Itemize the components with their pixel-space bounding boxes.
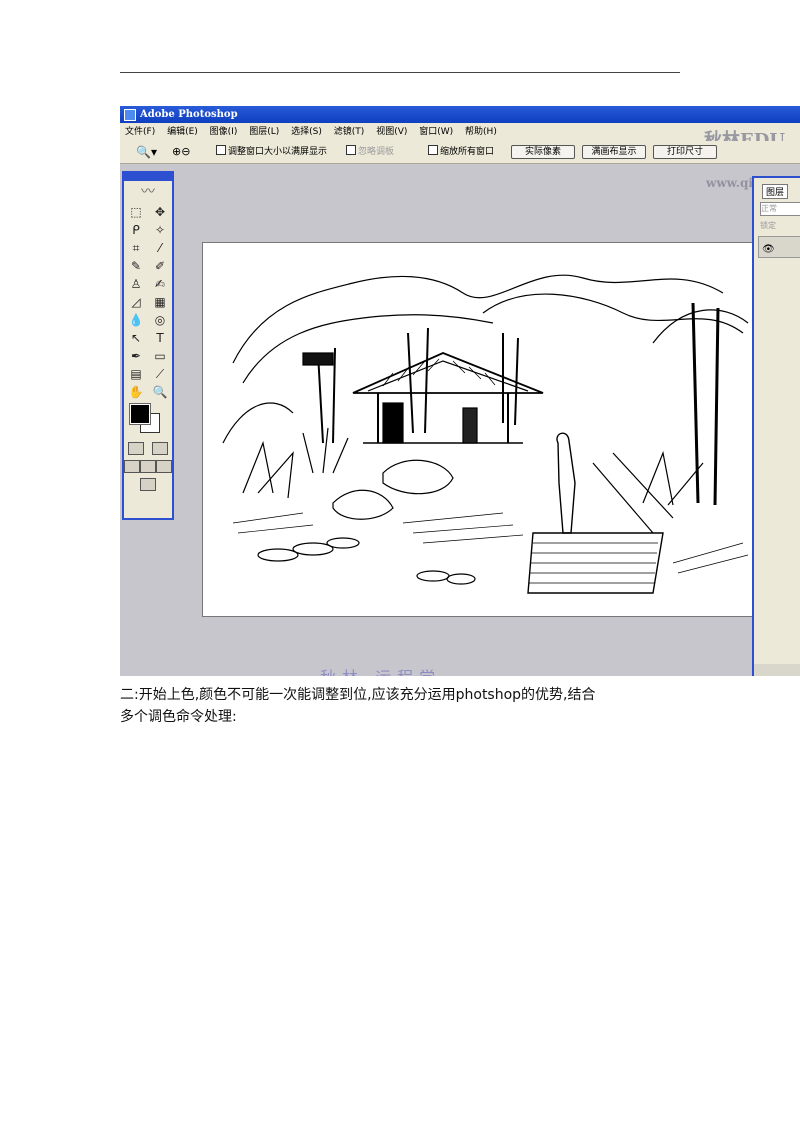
color-swatches[interactable] — [124, 401, 172, 439]
dodge-tool-icon[interactable]: ◎ — [151, 313, 169, 327]
blur-tool-icon[interactable]: 💧 — [127, 313, 145, 327]
paragraph-line-1: 二:开始上色,颜色不可能一次能调整到位,应该充分运用photshop的优势,结合 — [120, 687, 596, 703]
menu-view[interactable]: 视图(V) — [376, 123, 407, 141]
eraser-tool-icon[interactable]: ◿ — [127, 295, 145, 309]
landscape-sketch — [222, 274, 749, 594]
options-bar: 🔍▾ ⊕⊖ 调整窗口大小以满屏显示 忽略调板 缩放所有窗口 实际像素 满画布显示… — [120, 141, 800, 164]
lock-label: 锁定 — [760, 221, 776, 230]
zoom-all-option[interactable]: 缩放所有窗口 — [428, 145, 494, 159]
paragraph-line-2: 多个调色命令处理: — [120, 709, 237, 725]
notes-tool-icon[interactable]: ▤ — [127, 367, 145, 381]
pen-tool-icon[interactable]: ✒ — [127, 349, 145, 363]
shape-tool-icon[interactable]: ▭ — [151, 349, 169, 363]
photoshop-screenshot: Adobe Photoshop 文件(F) 编辑(E) 图像(I) 图层(L) … — [120, 106, 800, 676]
menu-file[interactable]: 文件(F) — [125, 123, 155, 141]
app-title: Adobe Photoshop — [140, 109, 238, 120]
menu-help[interactable]: 帮助(H) — [465, 123, 497, 141]
slice-tool-icon[interactable]: ⁄ — [151, 241, 169, 255]
ignore-palettes-checkbox — [346, 145, 356, 155]
jump-to-imageready-icon[interactable] — [140, 477, 156, 491]
top-rule — [120, 72, 680, 73]
instruction-paragraph: 二:开始上色,颜色不可能一次能调整到位,应该充分运用photshop的优势,结合… — [120, 684, 680, 728]
type-tool-icon[interactable]: T — [151, 331, 169, 345]
photoshop-app-icon — [124, 109, 136, 121]
marquee-tool-icon[interactable]: ⬚ — [127, 205, 145, 219]
foreground-color-swatch[interactable] — [129, 403, 151, 425]
resize-window-option[interactable]: 调整窗口大小以满屏显示 — [216, 145, 327, 159]
feather-logo-icon: 〰 — [141, 184, 155, 200]
screen-mode-full-menu-icon[interactable] — [140, 459, 156, 473]
title-bar: Adobe Photoshop — [120, 106, 800, 123]
brush-tool-icon[interactable]: ✐ — [151, 259, 169, 273]
document-canvas[interactable] — [202, 242, 753, 617]
gradient-tool-icon[interactable]: ▦ — [151, 295, 169, 309]
crop-tool-icon[interactable]: ⌗ — [127, 241, 145, 256]
path-select-tool-icon[interactable]: ↖ — [127, 331, 145, 345]
standard-mode-icon[interactable] — [128, 441, 144, 455]
lasso-tool-icon[interactable]: ᑭ — [127, 223, 145, 237]
menu-bar: 文件(F) 编辑(E) 图像(I) 图层(L) 选择(S) 滤镜(T) 视图(V… — [120, 123, 800, 141]
zoom-all-checkbox[interactable] — [428, 145, 438, 155]
menu-window[interactable]: 窗口(W) — [419, 123, 453, 141]
actual-pixels-button[interactable]: 实际像素 — [511, 145, 575, 159]
screen-mode-full-icon[interactable] — [156, 459, 172, 473]
history-brush-tool-icon[interactable]: ✍ — [151, 277, 169, 291]
screen-mode-standard-icon[interactable] — [124, 459, 140, 473]
menu-image[interactable]: 图像(I) — [210, 123, 238, 141]
zoom-in-out-icons[interactable]: ⊕⊖ — [172, 145, 190, 159]
ignore-palettes-option: 忽略调板 — [346, 145, 394, 159]
blurred-caption: 秋林 运程学 — [320, 664, 441, 676]
move-tool-icon[interactable]: ✥ — [151, 205, 169, 219]
blend-mode-select[interactable]: 正常 — [760, 202, 800, 216]
quick-mask-mode-icon[interactable] — [152, 441, 168, 455]
menu-layer[interactable]: 图层(L) — [249, 123, 279, 141]
menu-edit[interactable]: 编辑(E) — [167, 123, 198, 141]
layer-row[interactable]: 👁 — [758, 236, 800, 258]
eye-icon[interactable]: 👁 — [762, 244, 775, 255]
menu-select[interactable]: 选择(S) — [291, 123, 322, 141]
panel-bottom-bar — [754, 664, 800, 676]
fit-screen-button[interactable]: 满画布显示 — [582, 145, 646, 159]
zoom-tool-box-icon[interactable]: 🔍 — [151, 385, 169, 399]
print-size-button[interactable]: 打印尺寸 — [653, 145, 717, 159]
clone-stamp-tool-icon[interactable]: ♙ — [127, 277, 145, 291]
toolbox-header — [124, 173, 172, 181]
menu-filter[interactable]: 滤镜(T) — [334, 123, 365, 141]
resize-window-checkbox[interactable] — [216, 145, 226, 155]
hand-tool-icon[interactable]: ✋ — [127, 385, 145, 399]
eyedropper-tool-icon[interactable]: ⟋ — [151, 367, 169, 382]
toolbox: 〰 ⬚ ✥ ᑭ ✧ ⌗ ⁄ ✎ ✐ ♙ ✍ ◿ ▦ 💧 ◎ ↖ T ✒ ▭ ▤ ⟋ ✋ 🔍 — [122, 171, 174, 520]
layers-panel: 图层 正常 锁定 👁 — [752, 176, 800, 676]
magic-wand-tool-icon[interactable]: ✧ — [151, 223, 169, 237]
zoom-tool-icon[interactable]: 🔍▾ — [136, 145, 157, 159]
healing-brush-tool-icon[interactable]: ✎ — [127, 259, 145, 273]
layers-tab[interactable]: 图层 — [762, 184, 789, 199]
